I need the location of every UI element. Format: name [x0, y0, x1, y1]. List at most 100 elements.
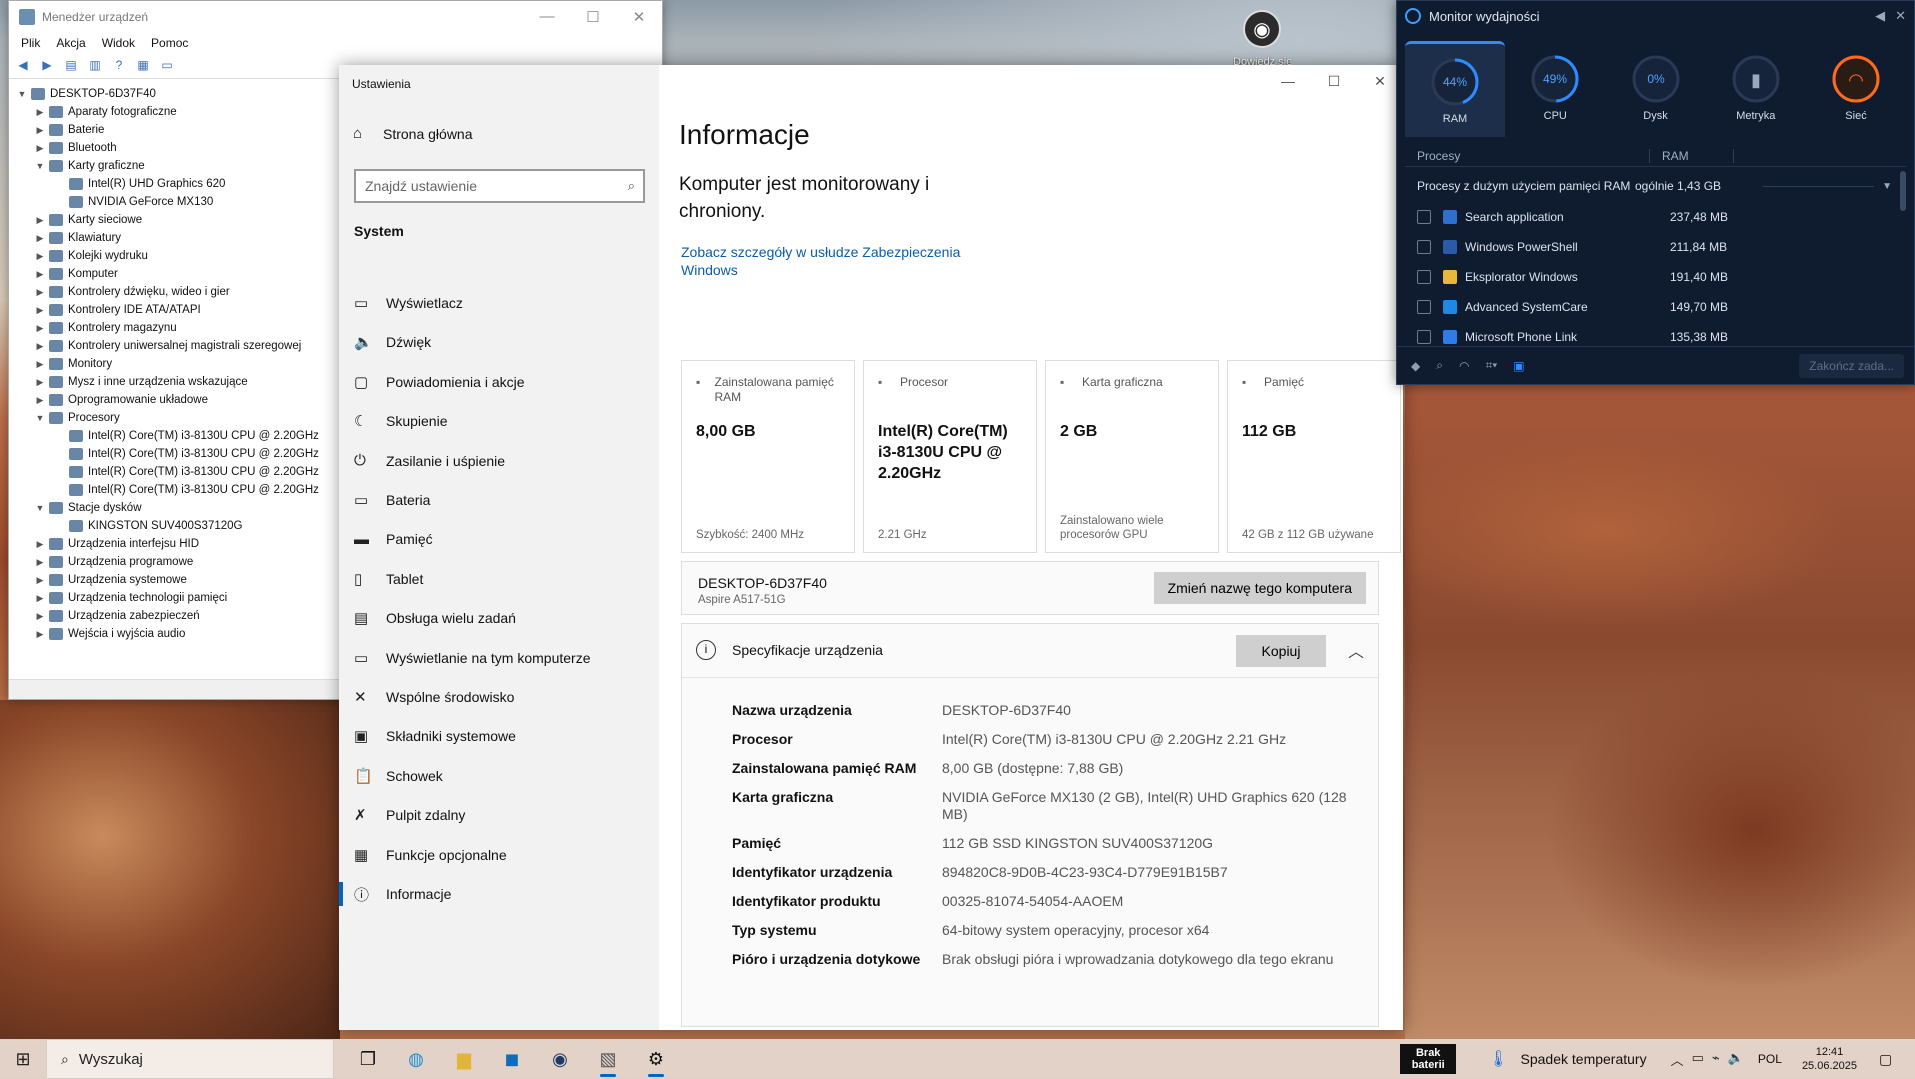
expand-arrow-icon[interactable]: ▶	[33, 535, 47, 553]
forward-arrow-icon[interactable]: ▶	[39, 58, 55, 74]
boost-icon[interactable]: ◆	[1411, 359, 1420, 373]
performance-monitor-window[interactable]: Monitor wydajności ◀ ✕ 44% RAM 49% CPU 0% Dys…	[1396, 0, 1915, 385]
speed-icon[interactable]: ◠	[1459, 359, 1469, 373]
maximize-button[interactable]: ☐	[1311, 65, 1357, 97]
nav-item[interactable]: ⏻ Zasilanie i uśpienie	[339, 441, 659, 481]
performance-monitor-titlebar[interactable]: Monitor wydajności ◀ ✕	[1397, 1, 1914, 31]
nav-item[interactable]: ▭ Bateria	[339, 480, 659, 520]
device-manager-titlebar[interactable]: Menedżer urządzeń — ☐ ✕	[9, 1, 662, 33]
advanced-systemcare-icon[interactable]: ◉	[536, 1039, 584, 1079]
device-manager-taskbar-icon[interactable]: ▧	[584, 1039, 632, 1079]
security-details-link[interactable]: Zobacz szczegóły w usłudze Zabezpieczeni…	[681, 243, 981, 279]
close-button[interactable]: ✕	[616, 8, 662, 26]
expand-arrow-icon[interactable]: ▶	[33, 319, 47, 337]
nav-item[interactable]: ☾ Skupienie	[339, 401, 659, 441]
expand-arrow-icon[interactable]: ▶	[33, 121, 47, 139]
expand-arrow-icon[interactable]: ▶	[33, 337, 47, 355]
close-icon[interactable]: ✕	[1895, 8, 1906, 24]
expand-arrow-icon[interactable]: ▶	[33, 103, 47, 121]
process-row[interactable]: Advanced SystemCare 149,70 MB	[1405, 292, 1892, 322]
process-checkbox[interactable]	[1417, 240, 1431, 254]
help-icon[interactable]: ?	[111, 58, 127, 74]
chevron-up-icon[interactable]: ︿	[1348, 638, 1364, 662]
nav-item[interactable]: 🔈 Dźwięk	[339, 322, 659, 362]
collapse-arrow-icon[interactable]: ▼	[33, 409, 47, 427]
weather-widget[interactable]: 🌡 Spadek temperatury	[1488, 1049, 1646, 1069]
process-row[interactable]: Eksplorator Windows 191,40 MB	[1405, 262, 1892, 292]
process-checkbox[interactable]	[1417, 270, 1431, 284]
rename-pc-button[interactable]: Zmień nazwę tego komputera	[1153, 572, 1366, 604]
expand-arrow-icon[interactable]: ▶	[33, 391, 47, 409]
details-icon[interactable]: ▦	[135, 58, 151, 74]
display-icon[interactable]: ▭	[1692, 1050, 1704, 1069]
process-checkbox[interactable]	[1417, 300, 1431, 314]
clock[interactable]: 12:41 25.06.2025	[1802, 1045, 1857, 1073]
settings-window[interactable]: Ustawienia ⌂ Strona główna Znajdź ustawi…	[339, 65, 1403, 1030]
minimize-button[interactable]: —	[524, 8, 570, 26]
nav-item[interactable]: ▭ Wyświetlacz	[339, 283, 659, 323]
expand-arrow-icon[interactable]: ▶	[33, 553, 47, 571]
process-row[interactable]: Search application 237,48 MB	[1405, 202, 1892, 232]
end-task-button[interactable]: Zakończ zada...	[1799, 353, 1904, 378]
expand-arrow-icon[interactable]: ▶	[33, 211, 47, 229]
nav-item[interactable]: ⓘ Informacje	[339, 874, 659, 914]
disk-gauge[interactable]: 0% Dysk	[1606, 41, 1706, 137]
edge-browser-icon[interactable]: ◍	[392, 1039, 440, 1079]
menu-view[interactable]: Widok	[102, 36, 135, 50]
expand-arrow-icon[interactable]: ▶	[33, 265, 47, 283]
expand-arrow-icon[interactable]: ▶	[33, 229, 47, 247]
chevron-up-icon[interactable]: ︿	[1671, 1050, 1684, 1069]
menu-help[interactable]: Pomoc	[151, 36, 188, 50]
expand-arrow-icon[interactable]: ▶	[33, 247, 47, 265]
expand-arrow-icon[interactable]: ▶	[33, 373, 47, 391]
search-icon[interactable]: ⌕	[1436, 358, 1443, 373]
expand-arrow-icon[interactable]: ▶	[33, 607, 47, 625]
back-arrow-icon[interactable]: ◀	[15, 58, 31, 74]
network-gauge[interactable]: ◠ Sieć	[1806, 41, 1906, 137]
input-language[interactable]: POL	[1758, 1052, 1782, 1066]
task-view-icon[interactable]: ❐	[344, 1039, 392, 1079]
nav-item[interactable]: ▭ Wyświetlanie na tym komputerze	[339, 638, 659, 678]
expand-arrow-icon[interactable]: ▶	[33, 355, 47, 373]
back-icon[interactable]: ◀	[1875, 8, 1885, 24]
expand-arrow-icon[interactable]: ▶	[33, 301, 47, 319]
nav-home[interactable]: ⌂ Strona główna	[353, 125, 473, 142]
column-ram[interactable]: RAM	[1650, 148, 1734, 163]
collapse-arrow-icon[interactable]: ▼	[33, 499, 47, 517]
nav-item[interactable]: ▬ Pamięć	[339, 519, 659, 559]
list-icon[interactable]: ▥	[87, 58, 103, 74]
desktop-icon-learn-more[interactable]: ◉ Dowiedz się więcej o	[1233, 10, 1291, 66]
expand-arrow-icon[interactable]: ▶	[33, 589, 47, 607]
properties-icon[interactable]: ▤	[63, 58, 79, 74]
settings-gear-icon[interactable]: ⚙	[632, 1039, 680, 1079]
expand-arrow-icon[interactable]: ▶	[33, 625, 47, 643]
process-group-header[interactable]: Procesy z dużym użyciem pamięci RAM ogól…	[1405, 175, 1892, 197]
nav-item[interactable]: ▯ Tablet	[339, 559, 659, 599]
camera-icon[interactable]: ▣	[1513, 359, 1524, 373]
expand-arrow-icon[interactable]: ▶	[33, 139, 47, 157]
maximize-button[interactable]: ☐	[570, 8, 616, 26]
menu-file[interactable]: Plik	[21, 36, 40, 50]
minimize-button[interactable]: —	[1265, 65, 1311, 97]
nav-item[interactable]: ▢ Powiadomienia i akcje	[339, 362, 659, 402]
windows-start-icon[interactable]: ⊞	[0, 1049, 46, 1070]
file-explorer-icon[interactable]: ▆	[440, 1039, 488, 1079]
chevron-down-icon[interactable]: ▼	[1882, 181, 1892, 192]
taskbar-search[interactable]: ⌕ Wyszukaj	[46, 1039, 334, 1079]
scrollbar[interactable]	[1900, 171, 1906, 211]
column-processes[interactable]: Procesy	[1405, 148, 1650, 163]
network-icon[interactable]: ⌁	[1712, 1050, 1720, 1069]
settings-search-input[interactable]: Znajdź ustawienie ⌕	[354, 169, 645, 203]
nav-item[interactable]: 📋 Schowek	[339, 756, 659, 796]
expand-arrow-icon[interactable]: ▶	[33, 571, 47, 589]
process-checkbox[interactable]	[1417, 330, 1431, 344]
battery-status[interactable]: Brak baterii	[1400, 1044, 1457, 1074]
notification-icon[interactable]: ▢	[1879, 1051, 1903, 1068]
collapse-arrow-icon[interactable]: ▼	[33, 157, 47, 175]
crop-icon[interactable]: ⌗▾	[1485, 358, 1497, 373]
process-checkbox[interactable]	[1417, 210, 1431, 224]
nav-item[interactable]: ▣ Składniki systemowe	[339, 716, 659, 756]
monitor-icon[interactable]: ▭	[159, 58, 175, 74]
copy-button[interactable]: Kopiuj	[1236, 635, 1326, 667]
outlook-icon[interactable]: ◼	[488, 1039, 536, 1079]
